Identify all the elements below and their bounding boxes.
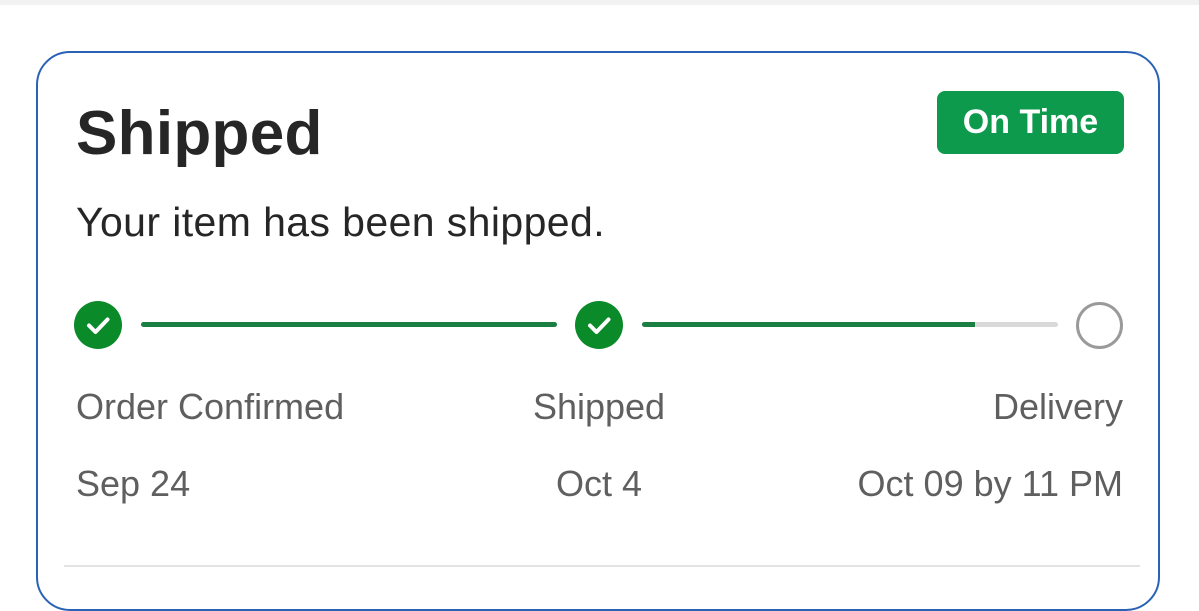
step-label-shipped: Shipped (532, 386, 666, 427)
step-delivery-circle-icon (1076, 302, 1123, 349)
step-label-delivery: Delivery (992, 386, 1123, 427)
step-order-confirmed-check-icon (74, 301, 122, 349)
status-message: Your item has been shipped. (76, 199, 605, 245)
progress-fill-segment-2 (642, 322, 975, 327)
progress-track-segment-2 (642, 322, 1058, 327)
status-title: Shipped (76, 99, 323, 168)
card-divider (64, 565, 1140, 567)
step-shipped-check-icon (575, 301, 623, 349)
on-time-badge: On Time (937, 91, 1124, 154)
step-date-delivery: Oct 09 by 11 PM (857, 463, 1123, 504)
progress-track-segment-1 (141, 322, 557, 327)
step-label-order-confirmed: Order Confirmed (76, 386, 345, 427)
step-date-order-confirmed: Sep 24 (76, 463, 191, 504)
step-date-shipped: Oct 4 (555, 463, 643, 504)
progress-fill-segment-1 (141, 322, 557, 327)
top-bar (0, 0, 1199, 5)
